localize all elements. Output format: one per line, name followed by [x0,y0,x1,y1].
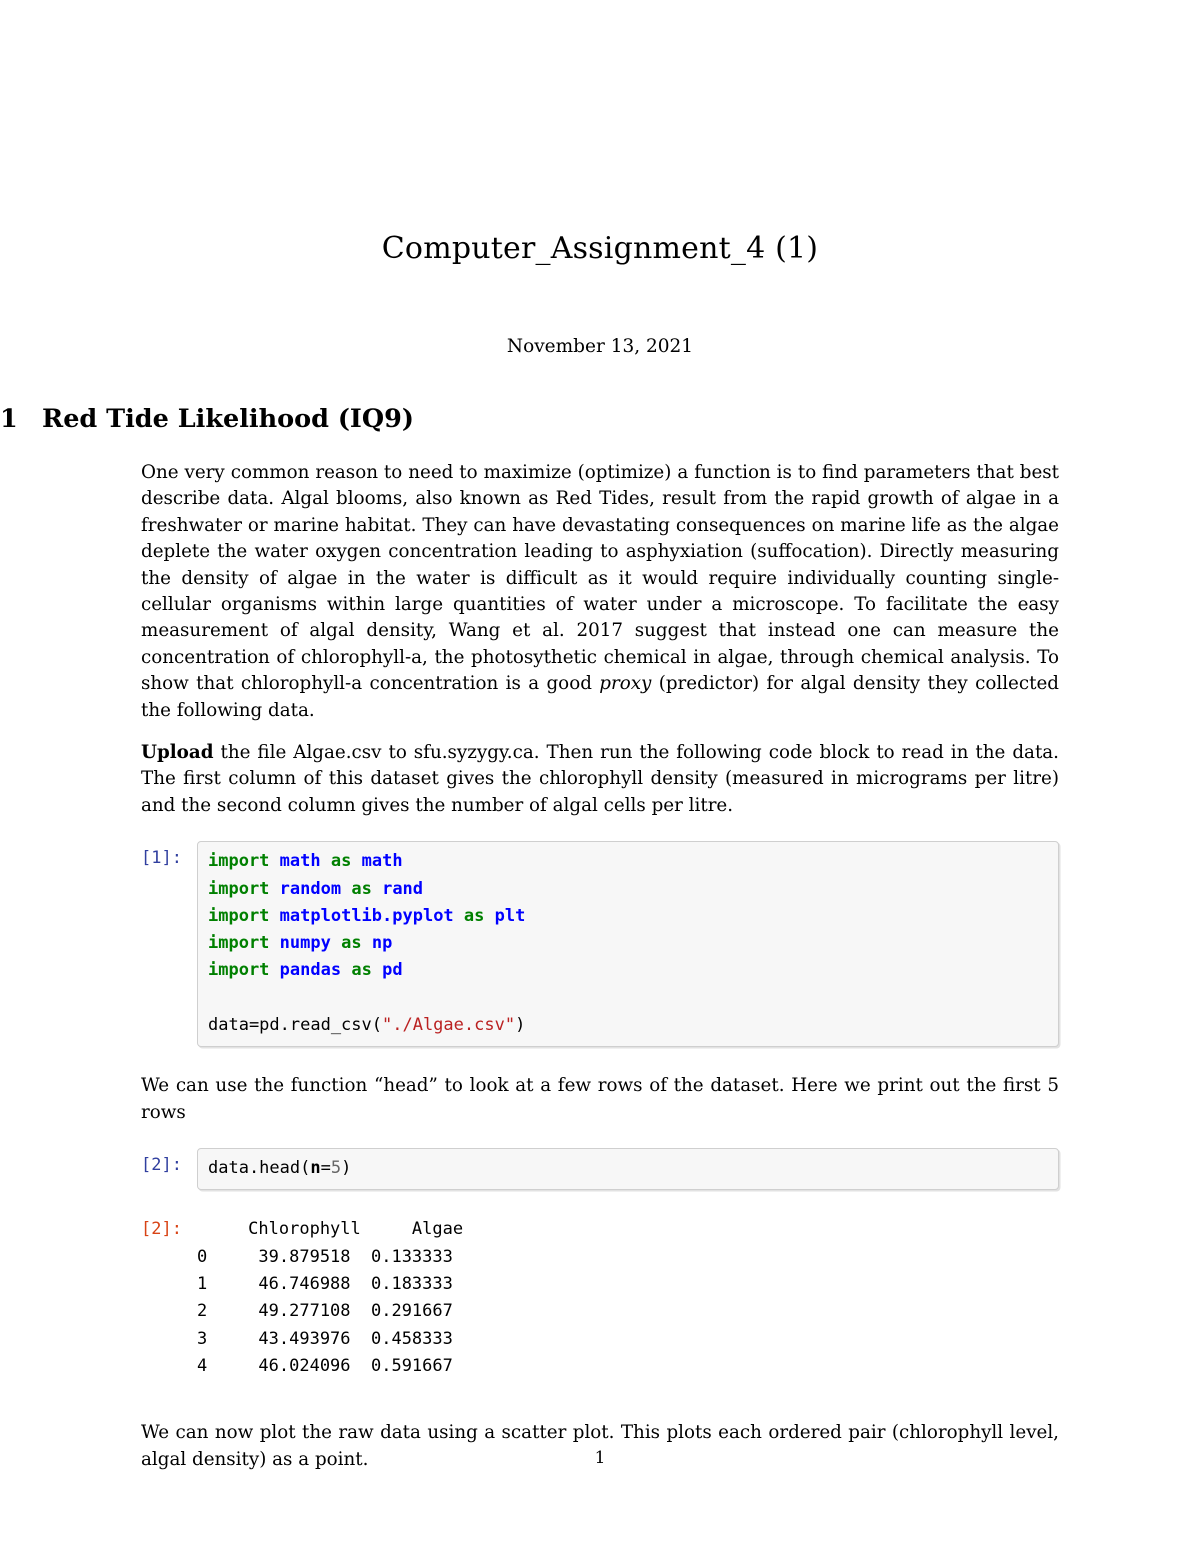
code-editor-1[interactable]: import math as math import random as ran… [197,841,1059,1048]
intro-text-part1: One very common reason to need to maximi… [141,462,1059,695]
paragraph-head-explain: We can use the function “head” to look a… [141,1075,1059,1123]
document-title: Computer_Assignment_4 (1) [381,231,819,266]
code-source-1[interactable]: import math as math import random as ran… [208,848,1048,1039]
code-cell-2[interactable]: [2]: data.head(n=5) [141,1148,1059,1191]
code-cell-1[interactable]: [1]: import math as math import random a… [141,841,1059,1048]
input-prompt-1: [1]: [141,848,182,869]
output-cell-2: [2]: Chlorophyll Algae 0 39.879518 0.133… [141,1212,1059,1380]
output-dataframe-table: Chlorophyll Algae 0 39.879518 0.133333 1… [197,1219,464,1376]
section-heading: 1 Red Tide Likelihood (IQ9) [0,404,918,434]
upload-bold-label: Upload [141,742,214,764]
content-column: One very common reason to need to maximi… [141,460,1059,1473]
output-prompt-2: [2]: [141,1219,182,1240]
input-prompt-2: [2]: [141,1155,182,1176]
document-date: November 13, 2021 [506,336,694,357]
paragraph-upload: Upload the file Algae.csv to sfu.syzygy.… [141,740,1059,819]
upload-rest-text: the file Algae.csv to sfu.syzygy.ca. The… [141,742,1059,816]
paragraph-intro: One very common reason to need to maximi… [141,460,1059,724]
section-number: 1 [0,404,18,434]
document-page: Computer_Assignment_4 (1) November 13, 2… [0,0,1200,1553]
code-editor-2[interactable]: data.head(n=5) [197,1148,1059,1191]
section-title: Red Tide Likelihood (IQ9) [42,404,414,434]
page-number: 1 [594,1448,606,1468]
intro-proxy-italic: proxy [599,673,652,695]
code-source-2[interactable]: data.head(n=5) [208,1155,1048,1182]
